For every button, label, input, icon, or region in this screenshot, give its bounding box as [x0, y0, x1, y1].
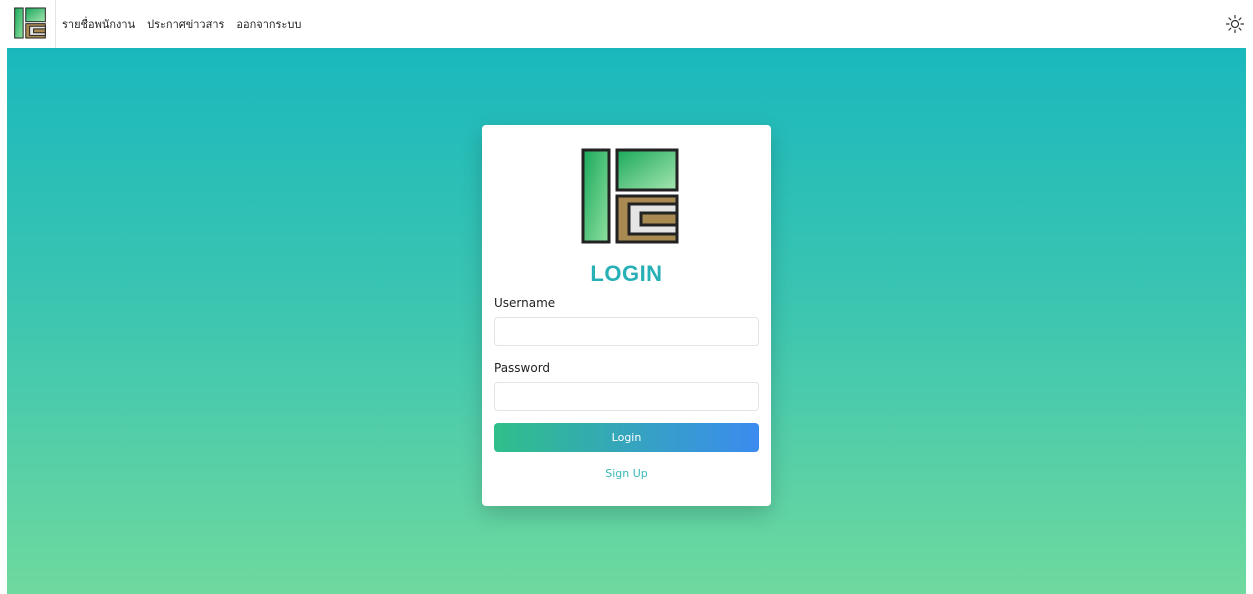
username-input[interactable]: [494, 317, 759, 346]
brand-logo-icon: [581, 148, 679, 244]
top-navbar: รายชื่อพนักงาน ประกาศข่าวสาร ออกจากระบบ: [0, 0, 1253, 48]
nav-link-employee-list[interactable]: รายชื่อพนักงาน: [62, 15, 135, 33]
password-label: Password: [494, 361, 551, 375]
nav-link-announcements[interactable]: ประกาศข่าวสาร: [147, 15, 224, 33]
brand-logo-icon[interactable]: [14, 7, 46, 39]
login-card: LOGIN Username Password Login Sign Up: [482, 125, 771, 506]
nav-links: รายชื่อพนักงาน ประกาศข่าวสาร ออกจากระบบ: [62, 0, 301, 48]
nav-link-logout[interactable]: ออกจากระบบ: [236, 15, 301, 33]
nav-divider: [55, 0, 56, 48]
password-input[interactable]: [494, 382, 759, 411]
signup-link[interactable]: Sign Up: [482, 467, 771, 480]
username-label: Username: [494, 296, 556, 310]
login-button[interactable]: Login: [494, 423, 759, 452]
sun-icon[interactable]: [1225, 14, 1245, 34]
login-title: LOGIN: [590, 261, 663, 286]
